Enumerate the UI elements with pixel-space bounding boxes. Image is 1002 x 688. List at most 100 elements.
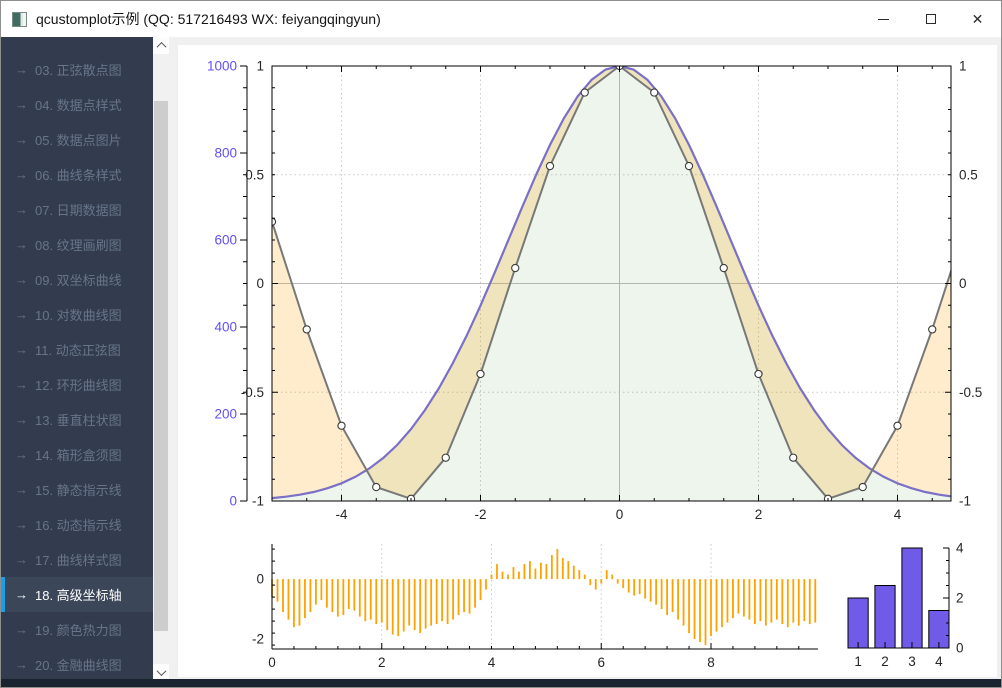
impulse-graph [272,549,815,645]
arrow-icon: → [15,657,28,672]
x-tick-label: 8 [707,655,715,670]
arrow-icon: → [15,167,28,182]
y2-tick-label: 400 [214,320,237,335]
x-tick-label: 4 [894,507,902,522]
sidebar-item-12[interactable]: → 12. 环形曲线图 [1,367,153,402]
x-tick-label: 2 [378,655,386,670]
sidebar-item-label: 14. 箱形盒须图 [35,445,122,464]
main-plot-graphs [268,62,970,502]
scatter-point [720,264,727,271]
sidebar-item-7[interactable]: →07. 日期数据图 [1,192,153,227]
arrow-icon: → [15,237,28,252]
sidebar-item-label: 09. 双坐标曲线 [35,270,122,289]
window-controls: ✕ [860,1,1001,37]
sidebar-item-19[interactable]: →19. 颜色热力图 [1,612,153,647]
window-body: →03. 正弦散点图→04. 数据点样式→05. 数据点图片→06. 曲线条样式… [1,37,1002,681]
sidebar-item-11[interactable]: →11. 动态正弦图 [1,332,153,367]
sidebar-item-3[interactable]: →03. 正弦散点图 [1,52,153,87]
bottom-strip [1,679,1001,687]
main-content: -4-2024110.50.500-0.5-0.5-1-110008006004… [169,37,1002,681]
maximize-button[interactable] [907,1,954,37]
sidebar-menu: →03. 正弦散点图→04. 数据点样式→05. 数据点图片→06. 曲线条样式… [1,37,153,681]
close-icon: ✕ [972,12,984,26]
sidebar-item-label: 10. 对数曲线图 [35,305,122,324]
close-button[interactable]: ✕ [954,1,1001,37]
sidebar-item-4[interactable]: → 04. 数据点样式 [1,87,153,122]
sidebar-item-label: 08. 纹理画刷图 [35,235,122,254]
arrow-icon: → [15,342,28,357]
scroll-up-icon [156,42,166,52]
sidebar-item-15[interactable]: → 15. 静态指示线 [1,472,153,507]
sidebar-item-13[interactable]: →13. 垂直柱状图 [1,402,153,437]
x-tick-label: 6 [597,655,605,670]
minimize-button[interactable] [860,1,907,37]
y-tick-label: 4 [956,541,964,556]
y-tick-label: 0 [256,276,264,291]
y2-tick-label: 800 [214,146,237,161]
y-tick-label: -1 [252,494,264,509]
scatter-point [442,454,449,461]
title-bar[interactable]: qcustomplot示例 (QQ: 517216493 WX: feiyang… [1,1,1001,37]
sidebar-item-16[interactable]: → 16. 动态指示线 [1,507,153,542]
arrow-icon: → [15,482,28,497]
sidebar-item-5[interactable]: →05. 数据点图片 [1,122,153,157]
scroll-down-icon [156,666,166,676]
scatter-point [929,326,936,333]
y2-tick-label: 600 [214,233,237,248]
qcustomplot-widget[interactable]: -4-2024110.50.500-0.5-0.5-1-110008006004… [178,45,997,677]
sidebar-item-17[interactable]: →17. 曲线样式图 [1,542,153,577]
arrow-icon: → [15,517,28,532]
x-tick-label: 4 [488,655,496,670]
scatter-point [303,326,310,333]
scatter-point [546,162,553,169]
bar-rect [875,586,895,649]
x-tick-label: 2 [881,654,889,669]
arrow-icon: → [15,202,28,217]
y-tick-label: -2 [252,632,264,647]
right-tick-label: 0 [959,276,967,291]
x-tick-label: 0 [268,655,276,670]
scatter-point [477,370,484,377]
scroll-up-button[interactable] [153,37,169,54]
x-tick-label: 2 [755,507,763,522]
scatter-point [894,422,901,429]
sidebar-item-6[interactable]: → 06. 曲线条样式 [1,157,153,192]
scatter-point [651,89,658,96]
sidebar-item-8[interactable]: → 08. 纹理画刷图 [1,227,153,262]
minimize-icon [878,19,889,20]
x-tick-label: 1 [854,654,862,669]
maximize-icon [926,14,936,24]
sidebar-item-9[interactable]: →09. 双坐标曲线 [1,262,153,297]
sidebar-item-18[interactable]: →18. 高级坐标轴 [1,577,153,612]
sidebar-item-label: 04. 数据点样式 [35,95,122,114]
bar-rect [848,598,868,648]
scrollbar-thumb[interactable] [154,101,168,631]
sidebar-item-label: 16. 动态指示线 [35,515,122,534]
scatter-point [685,162,692,169]
y2-tick-label: 0 [229,494,237,509]
scatter-point [338,422,345,429]
bars-graph [848,548,949,648]
sidebar-item-label: 12. 环形曲线图 [35,375,122,394]
sidebar-item-label: 17. 曲线样式图 [35,550,122,569]
y2-tick-label: 200 [214,407,237,422]
qcustomplot-canvas[interactable]: -4-2024110.50.500-0.5-0.5-1-110008006004… [178,45,997,677]
right-tick-label: 1 [959,59,967,74]
sidebar-item-label: 03. 正弦散点图 [35,60,122,79]
sidebar-item-label: 20. 金融曲线图 [35,655,122,674]
y-tick-label: 0 [956,641,964,656]
sidebar-item-label: 06. 曲线条样式 [35,165,122,184]
sidebar-item-label: 15. 静态指示线 [35,480,122,499]
sidebar-item-14[interactable]: →14. 箱形盒须图 [1,437,153,472]
scatter-point [859,483,866,490]
scatter-point [373,483,380,490]
arrow-icon: → [15,97,28,112]
scatter-point [581,89,588,96]
scatter-point [790,454,797,461]
sidebar-item-label: 13. 垂直柱状图 [35,410,122,429]
sidebar-item-20[interactable]: → 20. 金融曲线图 [1,647,153,681]
y-tick-label: 2 [956,591,964,606]
arrow-icon: → [15,377,28,392]
sidebar-item-10[interactable]: →10. 对数曲线图 [1,297,153,332]
sidebar-scrollbar[interactable] [153,37,169,681]
